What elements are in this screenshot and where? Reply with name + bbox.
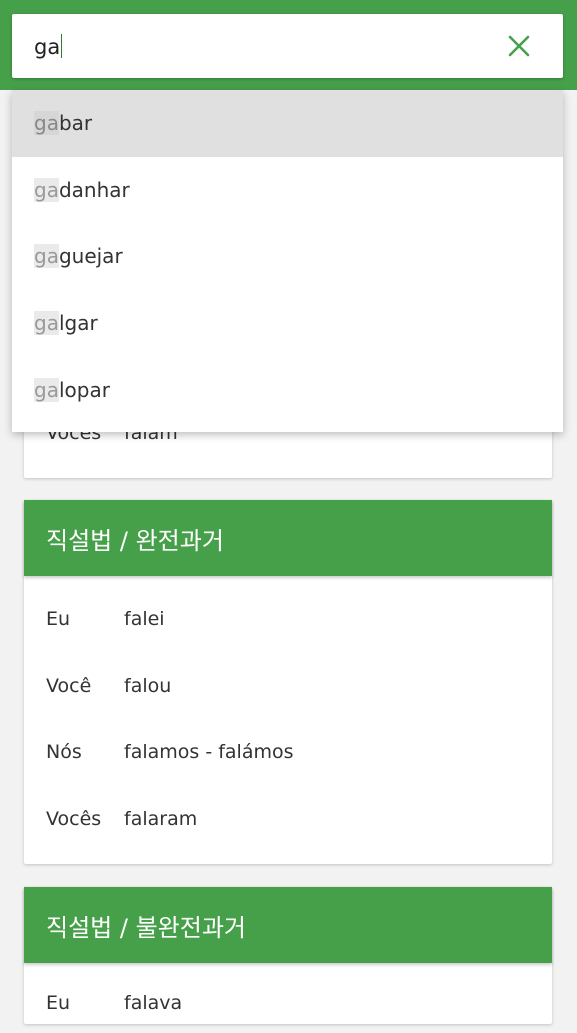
conjugation-row: Eu falava — [24, 973, 552, 1033]
pronoun: Eu — [46, 992, 71, 1014]
card-title: 직설법 / 완전과거 — [24, 500, 552, 576]
search-input[interactable]: ga — [34, 33, 63, 59]
conjugation-row: Nós falamos - falámos — [24, 719, 552, 786]
suggestion-item[interactable]: ga lopar — [12, 356, 563, 423]
verb-form: falamos - falámos — [124, 741, 294, 764]
suggestion-item[interactable]: ga danhar — [12, 157, 563, 224]
conjugation-card-imperfect: 직설법 / 불완전과거 Eu falava — [24, 887, 552, 1024]
suggestion-rest: guejar — [58, 244, 123, 269]
suggestion-rest: lgar — [58, 311, 98, 336]
text-caret — [61, 33, 63, 58]
suggestion-match: ga — [34, 377, 59, 402]
suggestion-rest: bar — [58, 111, 93, 136]
pronoun: Você — [46, 674, 92, 697]
suggestion-item[interactable]: ga lgar — [12, 290, 563, 357]
autocomplete-dropdown: ga bar ga danhar ga guejar ga lgar ga lopar — [12, 90, 563, 432]
verb-form: falei — [124, 608, 165, 631]
search-field[interactable]: ga — [12, 14, 563, 78]
conjugation-row: Você falou — [24, 653, 552, 720]
suggestion-match: ga — [34, 111, 59, 136]
pronoun: Eu — [46, 608, 71, 631]
verb-form: falou — [124, 674, 172, 697]
conjugation-card-perfect: 직설법 / 완전과거 Eu falei Você falou Nós falam… — [24, 500, 552, 864]
conjugation-row: Eu falei — [24, 586, 552, 653]
suggestion-match: ga — [34, 244, 59, 269]
suggestion-rest: lopar — [58, 377, 110, 402]
suggestion-item[interactable]: ga guejar — [12, 223, 563, 290]
close-icon[interactable] — [505, 32, 533, 60]
suggestion-item[interactable]: ga bar — [12, 90, 563, 157]
suggestion-match: ga — [34, 311, 59, 336]
verb-form: falaram — [124, 807, 198, 830]
search-query: ga — [34, 34, 61, 59]
suggestion-match: ga — [34, 177, 59, 202]
verb-form: falava — [124, 992, 183, 1014]
suggestion-rest: danhar — [58, 177, 130, 202]
card-title: 직설법 / 불완전과거 — [24, 887, 552, 963]
pronoun: Nós — [46, 741, 82, 764]
conjugation-row: Vocês falaram — [24, 786, 552, 853]
pronoun: Vocês — [46, 807, 102, 830]
